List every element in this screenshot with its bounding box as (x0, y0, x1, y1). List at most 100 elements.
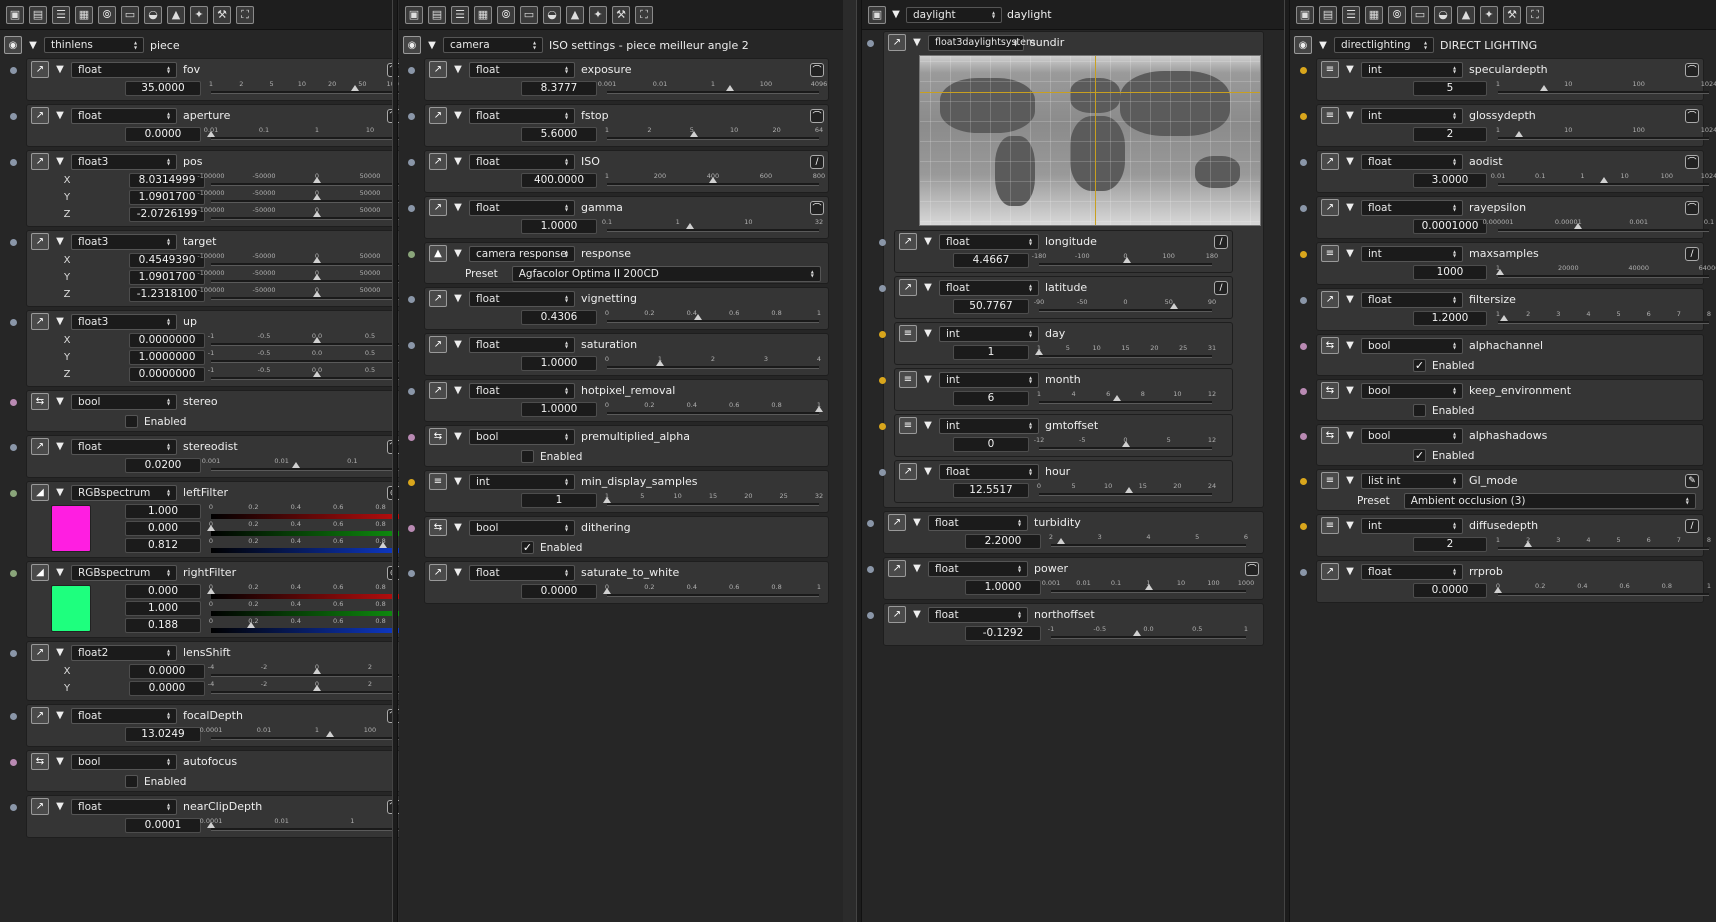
type-select[interactable]: float3 (71, 233, 177, 250)
line-toggle-icon[interactable]: ∕ (1685, 518, 1699, 533)
collapse-triangle-icon[interactable]: ▼ (453, 339, 463, 350)
value-slider[interactable]: -1 -0.5 0.0 0.5 1 (1048, 625, 1248, 642)
settings-icon[interactable]: ⚒ (213, 5, 231, 24)
connection-socket[interactable] (879, 423, 886, 430)
value-field[interactable]: 0.0000 (125, 127, 201, 142)
type-select[interactable]: float3daylightsystem (928, 34, 1035, 51)
value-slider[interactable]: -90 -50 0 50 90 (1034, 298, 1216, 315)
render-target-icon[interactable]: ▭ (520, 5, 538, 24)
curve-toggle-icon[interactable]: ⌒ (810, 108, 824, 123)
type-select[interactable]: bool (1361, 382, 1463, 399)
collapse-triangle-icon[interactable]: ▼ (912, 37, 922, 48)
collapse-triangle-icon[interactable]: ▼ (912, 563, 922, 574)
type-select[interactable]: bool (71, 753, 177, 770)
type-select[interactable]: RGBspectrum (71, 484, 177, 501)
connection-socket[interactable] (1300, 478, 1307, 485)
value-slider[interactable]: 1 5 10 15 20 25 32 (603, 492, 823, 509)
type-select[interactable]: float (928, 560, 1028, 577)
value-field[interactable]: 0.000 (125, 584, 201, 599)
value-field[interactable]: 4.4667 (953, 253, 1029, 268)
slider-thumb[interactable] (1599, 177, 1608, 183)
bool-node-icon[interactable]: ⇆ (1321, 382, 1339, 399)
collapse-triangle-icon[interactable]: ▼ (1345, 64, 1355, 75)
collapse-triangle-icon[interactable]: ▼ (912, 517, 922, 528)
curve-icon[interactable]: ✦ (190, 5, 208, 24)
slider-thumb[interactable] (1574, 223, 1583, 229)
enabled-checkbox[interactable] (521, 450, 534, 463)
type-select[interactable]: float (928, 606, 1028, 623)
outliner-icon[interactable]: ☰ (1342, 5, 1360, 24)
type-select[interactable]: bool (1361, 337, 1463, 354)
connection-socket[interactable] (408, 388, 415, 395)
value-field[interactable]: 1.0000 (521, 356, 597, 371)
value-field[interactable]: 13.0249 (125, 727, 201, 742)
connection-socket[interactable] (867, 40, 874, 47)
connection-socket[interactable] (408, 67, 415, 74)
slider-thumb[interactable] (1132, 630, 1141, 636)
collapse-triangle-icon[interactable]: ▼ (453, 431, 463, 442)
collapse-triangle-icon[interactable]: ▼ (1345, 566, 1355, 577)
type-select[interactable]: int (469, 473, 575, 490)
value-field[interactable]: 50.7767 (953, 299, 1029, 314)
graph-icon[interactable]: ⦾ (497, 5, 515, 24)
connection-socket[interactable] (408, 342, 415, 349)
texture-icon[interactable]: ▲ (1457, 5, 1475, 24)
material-icon[interactable]: ◒ (1434, 5, 1452, 24)
slider-thumb[interactable] (313, 291, 321, 297)
connection-socket[interactable] (10, 319, 17, 326)
value-slider[interactable]: 0.000001 0.00001 0.001 0.1 (1482, 218, 1714, 235)
type-select[interactable]: bool (469, 428, 575, 445)
value-slider[interactable]: 00.20.40.60.81 (605, 401, 823, 418)
curve-toggle-icon[interactable]: ⌒ (1685, 200, 1699, 215)
collapse-triangle-icon[interactable]: ▼ (453, 567, 463, 578)
type-select[interactable]: bool (71, 393, 177, 410)
value-field[interactable]: 8.3777 (521, 81, 597, 96)
connection-socket[interactable] (1300, 251, 1307, 258)
value-slider[interactable]: 00.20.40.60.81 (603, 583, 821, 600)
curve-node-icon[interactable]: ↗ (899, 463, 917, 480)
curve-node-icon[interactable]: ↗ (429, 107, 447, 124)
line-toggle-icon[interactable]: ∕ (1214, 234, 1228, 249)
int-node-icon[interactable]: ≡ (899, 325, 917, 342)
collapse-triangle-icon[interactable]: ▼ (1345, 385, 1355, 396)
value-field[interactable]: 35.0000 (125, 81, 201, 96)
curve-toggle-icon[interactable]: ⌒ (1685, 154, 1699, 169)
slider-thumb[interactable] (379, 542, 388, 548)
outliner-icon[interactable]: ☰ (52, 5, 70, 24)
value-slider[interactable]: 1 10 100 1024 (1496, 80, 1716, 97)
panel-divider[interactable] (1284, 0, 1290, 922)
collapse-triangle-icon[interactable]: ▼ (1345, 520, 1355, 531)
node-type-icon[interactable]: ◉ (403, 36, 421, 54)
value-field[interactable]: 0.0000 (1413, 583, 1487, 598)
connection-socket[interactable] (10, 159, 17, 166)
connection-socket[interactable] (1300, 343, 1307, 350)
connection-socket[interactable] (879, 377, 886, 384)
curve-node-icon[interactable]: ↗ (31, 313, 49, 330)
render-target-icon[interactable]: ▭ (1411, 5, 1429, 24)
collapse-triangle-icon[interactable]: ▼ (427, 40, 437, 51)
slider-thumb[interactable] (313, 194, 321, 200)
curve-node-icon[interactable]: ↗ (31, 61, 49, 78)
value-slider[interactable]: 01234 (605, 355, 821, 372)
slider-thumb[interactable] (694, 314, 703, 320)
int-node-icon[interactable]: ≡ (1321, 61, 1339, 78)
collapse-triangle-icon[interactable]: ▼ (55, 647, 65, 658)
type-select[interactable]: float (71, 438, 177, 455)
enabled-checkbox[interactable]: ✓ (1413, 449, 1426, 462)
image-icon[interactable]: ▦ (1365, 5, 1383, 24)
value-field[interactable]: 0.188 (125, 618, 201, 633)
value-slider[interactable]: 1200004000064000 (1496, 264, 1716, 281)
type-select[interactable]: int (939, 417, 1039, 434)
slider-thumb[interactable] (815, 406, 823, 412)
curve-node-icon[interactable]: ↗ (31, 107, 49, 124)
slider-thumb[interactable] (246, 622, 255, 628)
connection-socket[interactable] (879, 331, 886, 338)
curve-node-icon[interactable]: ↗ (429, 336, 447, 353)
value-field[interactable]: 1.0000 (965, 580, 1041, 595)
collapse-triangle-icon[interactable]: ▼ (453, 293, 463, 304)
slider-thumb[interactable] (313, 274, 321, 280)
type-select[interactable]: float (928, 514, 1028, 531)
value-field[interactable]: 1 (953, 345, 1029, 360)
collapse-triangle-icon[interactable]: ▼ (453, 110, 463, 121)
connection-socket[interactable] (408, 296, 415, 303)
